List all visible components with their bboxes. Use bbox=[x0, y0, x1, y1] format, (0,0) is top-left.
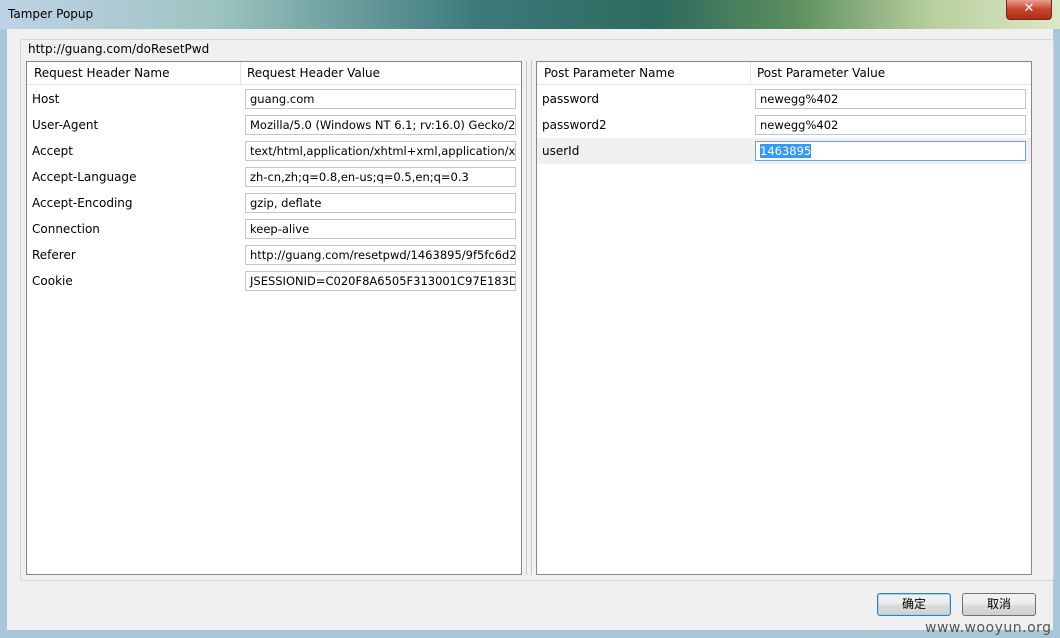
table-row: Host guang.com bbox=[27, 86, 521, 112]
table-row: Accept-Encoding gzip, deflate bbox=[27, 190, 521, 216]
table-row: password2 newegg%402 bbox=[537, 112, 1031, 138]
header-value-input[interactable]: guang.com bbox=[245, 89, 516, 109]
table-row: User-Agent Mozilla/5.0 (Windows NT 6.1; … bbox=[27, 112, 521, 138]
table-row: Cookie JSESSIONID=C020F8A6505F313001C97E… bbox=[27, 268, 521, 294]
column-header-name[interactable]: Post Parameter Name bbox=[537, 62, 675, 84]
window-frame-left bbox=[0, 29, 7, 638]
request-url: http://guang.com/doResetPwd bbox=[26, 42, 212, 56]
header-name: User-Agent bbox=[32, 118, 99, 132]
header-name: Accept-Encoding bbox=[32, 196, 133, 210]
cancel-button[interactable]: 取消 bbox=[962, 593, 1036, 616]
table-row: Referer http://guang.com/resetpwd/146389… bbox=[27, 242, 521, 268]
panel-splitter[interactable] bbox=[526, 61, 532, 575]
table-row: password newegg%402 bbox=[537, 86, 1031, 112]
table-row: Connection keep-alive bbox=[27, 216, 521, 242]
header-name: Referer bbox=[32, 248, 76, 262]
param-value-input[interactable]: newegg%402 bbox=[755, 115, 1026, 135]
table-row: Accept-Language zh-cn,zh;q=0.8,en-us;q=0… bbox=[27, 164, 521, 190]
header-value-input[interactable]: keep-alive bbox=[245, 219, 516, 239]
column-header-name[interactable]: Request Header Name bbox=[27, 62, 169, 84]
column-header-value[interactable]: Post Parameter Value bbox=[750, 62, 885, 84]
header-name: Cookie bbox=[32, 274, 73, 288]
param-name: password2 bbox=[542, 118, 607, 132]
table-row: Accept text/html,application/xhtml+xml,a… bbox=[27, 138, 521, 164]
watermark: www.wooyun.org bbox=[925, 620, 1052, 636]
header-value-input[interactable]: JSESSIONID=C020F8A6505F313001C97E183DD0D… bbox=[245, 271, 516, 291]
header-name: Connection bbox=[32, 222, 100, 236]
title-bar: Tamper Popup ✕ bbox=[0, 0, 1060, 29]
param-value-input[interactable]: newegg%402 bbox=[755, 89, 1026, 109]
header-value-input[interactable]: Mozilla/5.0 (Windows NT 6.1; rv:16.0) Ge… bbox=[245, 115, 516, 135]
request-headers-table: Request Header Name Request Header Value… bbox=[26, 61, 522, 575]
close-icon: ✕ bbox=[1023, 1, 1035, 16]
header-value-input[interactable]: gzip, deflate bbox=[245, 193, 516, 213]
close-button[interactable]: ✕ bbox=[1006, 0, 1052, 20]
header-name: Host bbox=[32, 92, 60, 106]
window-frame-right bbox=[1053, 29, 1060, 638]
param-name: password bbox=[542, 92, 599, 106]
dialog-client-area: http://guang.com/doResetPwd Request Head… bbox=[7, 29, 1054, 630]
header-value-input[interactable]: zh-cn,zh;q=0.8,en-us;q=0.5,en;q=0.3 bbox=[245, 167, 516, 187]
header-value-input[interactable]: http://guang.com/resetpwd/1463895/9f5fc6… bbox=[245, 245, 516, 265]
param-value-input[interactable]: 1463895 bbox=[755, 141, 1026, 161]
ok-button[interactable]: 确定 bbox=[877, 593, 951, 616]
param-name: userId bbox=[542, 144, 580, 158]
table-header: Post Parameter Name Post Parameter Value bbox=[537, 62, 1031, 85]
post-parameters-table: Post Parameter Name Post Parameter Value… bbox=[536, 61, 1032, 575]
window-title: Tamper Popup bbox=[8, 7, 94, 21]
table-row-selected: userId 1463895 bbox=[537, 138, 1031, 164]
window-frame-bottom bbox=[0, 630, 1060, 638]
header-value-input[interactable]: text/html,application/xhtml+xml,applicat… bbox=[245, 141, 516, 161]
table-header: Request Header Name Request Header Value bbox=[27, 62, 521, 85]
column-header-value[interactable]: Request Header Value bbox=[240, 62, 380, 84]
selected-text: 1463895 bbox=[760, 144, 812, 158]
header-name: Accept bbox=[32, 144, 73, 158]
header-name: Accept-Language bbox=[32, 170, 137, 184]
